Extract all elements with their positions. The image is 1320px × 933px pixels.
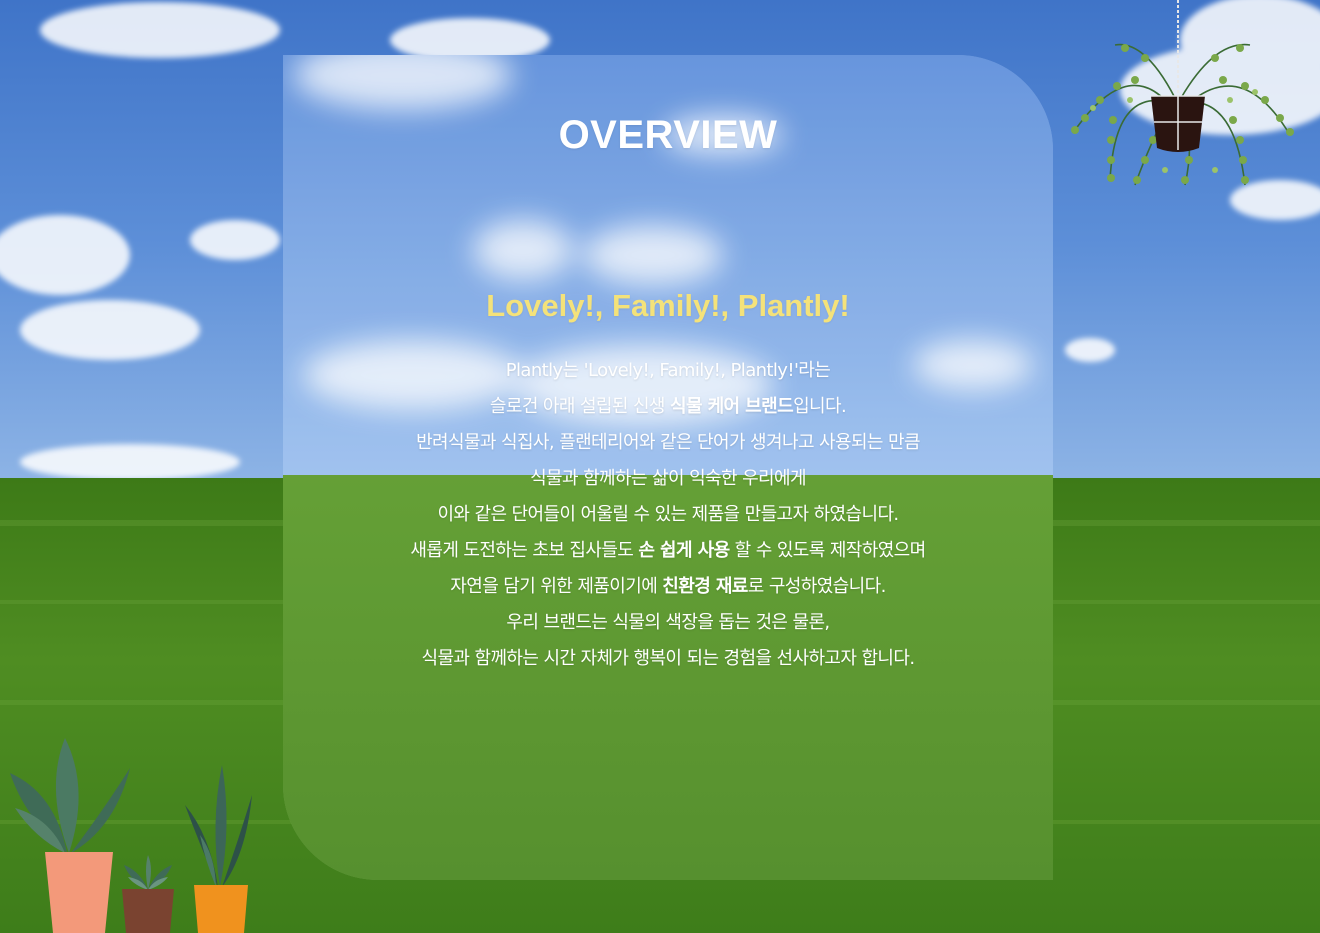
slogan-heading: Lovely!, Family!, Plantly! xyxy=(486,288,850,323)
description-line: Plantly는 'Lovely!, Family!, Plantly!'라는 xyxy=(505,360,831,381)
overview-card: OVERVIEW Lovely!, Family!, Plantly! Plan… xyxy=(283,55,1053,880)
description-text: 슬로건 아래 설립된 신생 xyxy=(489,396,670,417)
potted-plant-icon xyxy=(10,738,130,933)
description-line: 새롭게 도전하는 초보 집사들도 손 쉽게 사용 할 수 있도록 제작하였으며 xyxy=(283,533,1053,569)
description-line: 식물과 함께하는 시간 자체가 행복이 되는 경험을 선사하고자 합니다. xyxy=(421,648,916,669)
description-text: 새롭게 도전하는 초보 집사들도 xyxy=(410,540,639,561)
description-text: 자연을 담기 위한 제품이기에 xyxy=(450,576,663,597)
description-line: 자연을 담기 위한 제품이기에 친환경 재료로 구성하였습니다. xyxy=(283,569,1053,605)
description-line: 슬로건 아래 설립된 신생 식물 케어 브랜드입니다. xyxy=(283,389,1053,425)
description-line: 우리 브랜드는 식물의 색장을 돕는 것은 물론, xyxy=(506,612,830,633)
snake-plant-icon xyxy=(185,765,252,933)
succulent-icon xyxy=(122,855,174,933)
description-text: 입니다. xyxy=(793,396,847,417)
description-highlight: 식물 케어 브랜드 xyxy=(670,396,794,417)
description-line: 반려식물과 식집사, 플랜테리어와 같은 단어가 생겨나고 사용되는 만큼 xyxy=(416,432,920,453)
description-line: 이와 같은 단어들이 어울릴 수 있는 제품을 만들고자 하였습니다. xyxy=(437,504,899,525)
description-line: 식물과 함께하는 삶이 익숙한 우리에게 xyxy=(530,468,806,489)
overview-title: OVERVIEW xyxy=(558,113,778,157)
brand-description: Plantly는 'Lovely!, Family!, Plantly!'라는 … xyxy=(283,353,1053,677)
description-text: 로 구성하였습니다. xyxy=(747,576,887,597)
description-text: 할 수 있도록 제작하였으며 xyxy=(729,540,927,561)
hanging-plant-icon xyxy=(1071,0,1294,186)
description-highlight: 친환경 재료 xyxy=(662,576,748,597)
description-highlight: 손 쉽게 사용 xyxy=(638,540,730,561)
